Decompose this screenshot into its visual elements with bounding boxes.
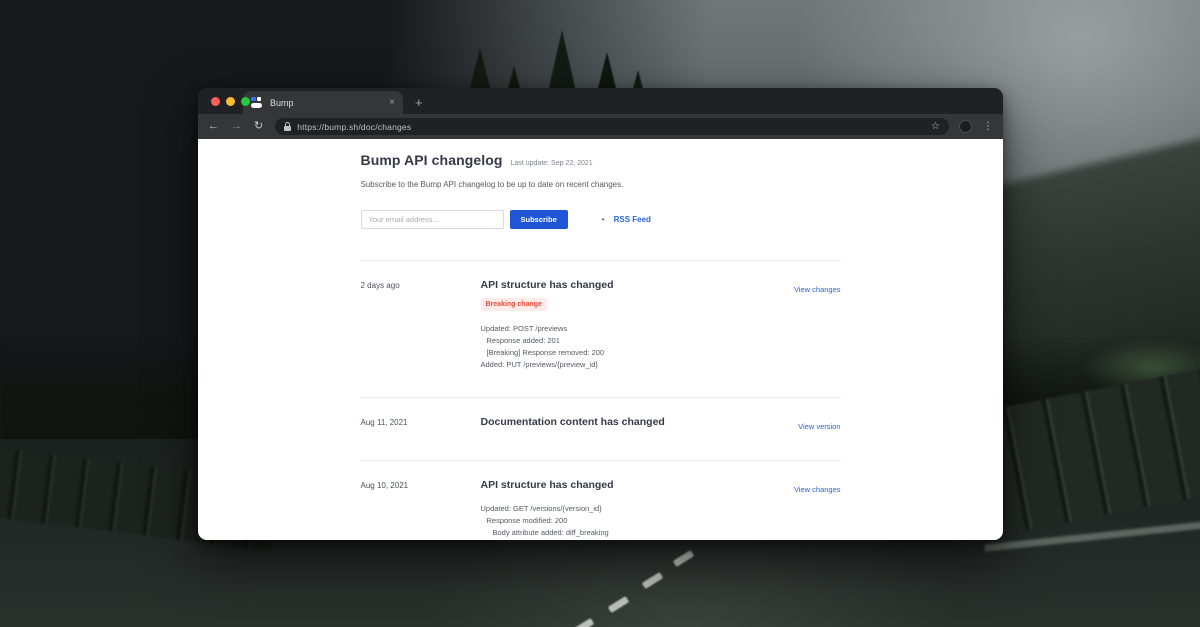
browser-toolbar: ← → ↻ https://bump.sh/doc/changes ☆ ⋮ [198, 114, 1003, 139]
change-line: Response modified: 200 [481, 515, 794, 527]
page-header: Bump API changelog Last update: Sep 22, … [361, 152, 841, 168]
entry-date: Aug 11, 2021 [361, 416, 481, 434]
entry-view-link[interactable]: View changes [794, 483, 841, 494]
email-input[interactable] [361, 210, 504, 229]
page-subtitle: Subscribe to the Bump API changelog to b… [361, 180, 841, 189]
zoom-window-button[interactable] [241, 97, 250, 106]
entry-title: API structure has changed [481, 479, 794, 491]
close-window-button[interactable] [211, 97, 220, 106]
separator-dot: • [602, 215, 605, 224]
entry-date: 2 days ago [361, 279, 481, 371]
tree-silhouette [548, 30, 576, 92]
entry-view-link[interactable]: View changes [794, 283, 841, 294]
tab-close-icon[interactable]: × [389, 98, 395, 108]
change-line: Added: PUT /previews/{preview_id} [481, 359, 794, 371]
subscribe-button[interactable]: Subscribe [510, 210, 568, 229]
window-controls [211, 88, 250, 114]
change-line: Updated: POST /previews [481, 323, 794, 335]
entry-date: Aug 10, 2021 [361, 479, 481, 539]
entry-view-link[interactable]: View version [798, 420, 840, 431]
reload-icon[interactable]: ↻ [254, 121, 263, 132]
rss-feed-link[interactable]: RSS Feed [614, 215, 651, 224]
url-text: https://bump.sh/doc/changes [297, 122, 411, 132]
entry-body: API structure has changed Breaking chang… [481, 279, 794, 371]
entry-change-list: Updated: POST /previewsResponse added: 2… [481, 323, 794, 371]
changelog-entry: Aug 10, 2021 API structure has changed U… [361, 460, 841, 540]
bump-favicon-icon [251, 97, 263, 108]
minimize-window-button[interactable] [226, 97, 235, 106]
entry-body: Documentation content has changed [481, 416, 799, 434]
forward-icon[interactable]: → [231, 121, 242, 132]
browser-tab[interactable]: Bump × [243, 91, 403, 114]
bookmark-star-icon[interactable]: ☆ [931, 122, 940, 132]
change-line: Response added: 201 [481, 335, 794, 347]
profile-avatar[interactable] [959, 120, 972, 133]
entry-title: API structure has changed [481, 279, 794, 291]
changelog-entry: 2 days ago API structure has changed Bre… [361, 260, 841, 397]
page-title: Bump API changelog [361, 152, 503, 168]
change-line: [Breaking] Response removed: 200 [481, 347, 794, 359]
breaking-change-badge: Breaking change [481, 298, 547, 311]
tab-strip: Bump × + [198, 88, 1003, 114]
entry-body: API structure has changed Updated: GET /… [481, 479, 794, 539]
browser-menu-icon[interactable]: ⋮ [983, 122, 993, 132]
entry-title: Documentation content has changed [481, 416, 799, 428]
page-content: Bump API changelog Last update: Sep 22, … [198, 139, 1003, 540]
changelog-entry: Aug 11, 2021 Documentation content has c… [361, 397, 841, 460]
back-icon[interactable]: ← [208, 121, 219, 132]
lock-icon [284, 122, 291, 131]
browser-window: Bump × + ← → ↻ https://bump.sh/doc/chang… [198, 88, 1003, 540]
address-bar[interactable]: https://bump.sh/doc/changes ☆ [275, 118, 949, 135]
subscribe-form: Subscribe • RSS Feed [361, 210, 841, 229]
new-tab-button[interactable]: + [415, 96, 423, 109]
last-update-label: Last update: Sep 22, 2021 [511, 160, 593, 167]
tab-title: Bump [270, 98, 389, 108]
change-line: Updated: GET /versions/{version_id} [481, 503, 794, 515]
change-line: Body attribute added: diff_breaking [481, 527, 794, 539]
changelog-list: 2 days ago API structure has changed Bre… [361, 260, 841, 540]
entry-change-list: Updated: GET /versions/{version_id}Respo… [481, 503, 794, 539]
